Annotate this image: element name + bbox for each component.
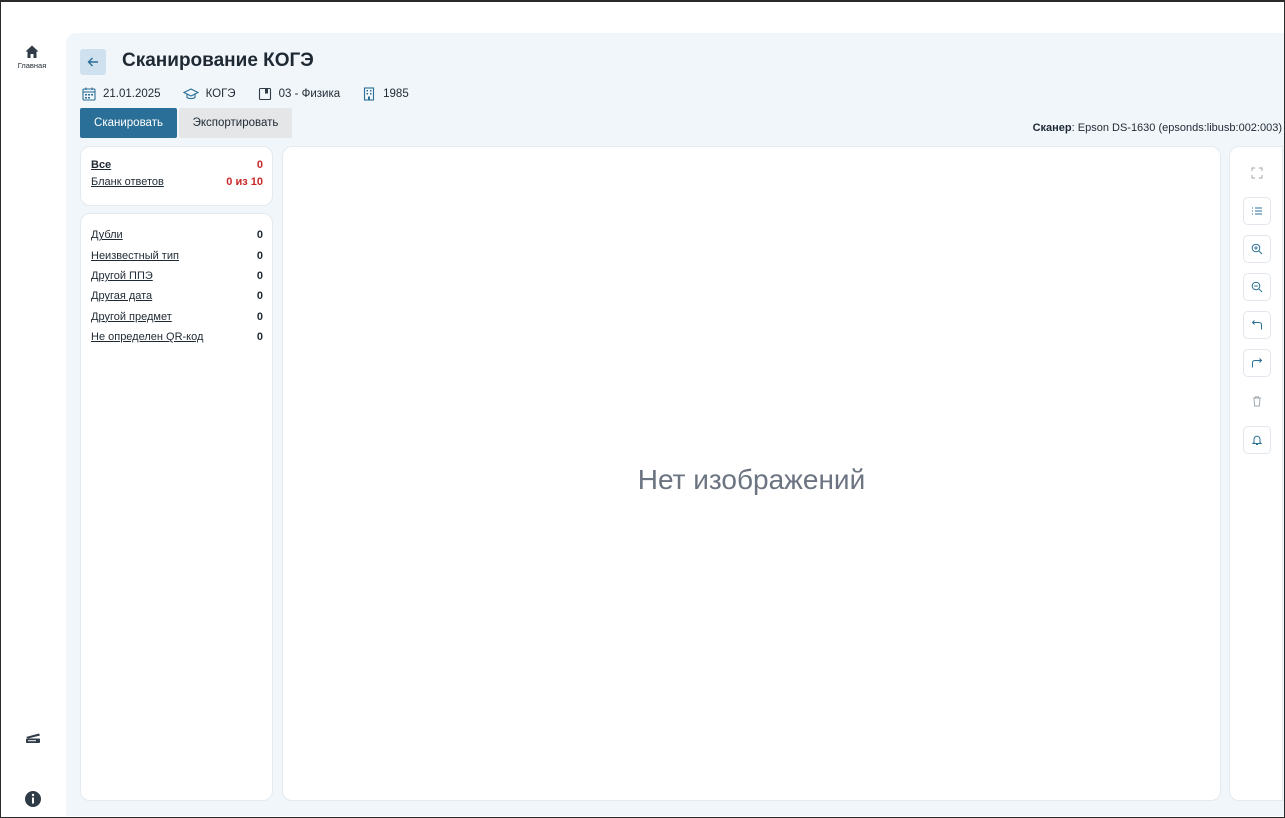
filter-all-link[interactable]: Все [91,159,111,171]
calendar-icon [82,87,96,101]
errors-panel: Дубли 0 Неизвестный тип 0 Другой ППЭ 0 Д… [80,213,273,801]
meta-subject: 03 - Физика [258,87,341,101]
filter-other-ppe-link[interactable]: Другой ППЭ [91,270,153,282]
meta-code: 1985 [362,87,409,101]
viewer-toolbar [1229,146,1283,801]
building-icon [364,87,375,101]
meta-code-value: 1985 [383,88,409,100]
zoom-in-button[interactable] [1243,235,1271,263]
export-button[interactable]: Экспортировать [179,108,292,138]
zoom-in-icon [1251,243,1263,255]
count-other-date: 0 [256,290,263,303]
filter-duplicates-link[interactable]: Дубли [91,229,123,241]
expand-icon [1251,167,1263,179]
meta-date-value: 21.01.2025 [103,88,161,100]
meta-exam-value: КОГЭ [205,88,236,100]
main-content: Сканирование КОГЭ 21.01.2025 КОГЭ 03 - Ф… [66,33,1284,816]
count-other-subject: 0 [256,310,263,323]
scanner-status: Сканер: Epson DS-1630 (epsonds:libusb:00… [1033,122,1282,134]
error-row-other-subject: Другой предмет 0 [91,307,263,327]
error-row-other-ppe: Другой ППЭ 0 [91,266,263,286]
scanner-icon [26,733,40,743]
error-row-other-date: Другая дата 0 [91,286,263,306]
count-unknown-type: 0 [256,249,263,262]
meta-exam: КОГЭ [182,87,236,101]
side-rail: Главная [1,2,63,817]
delete-button[interactable] [1243,387,1271,415]
notifications-button[interactable] [1243,426,1271,454]
scanner-value: : Epson DS-1630 (epsonds:libusb:002:003) [1071,122,1282,134]
nav-home-label: Главная [17,61,47,70]
count-all: 0 [256,158,263,171]
empty-state-message: Нет изображений [637,463,866,495]
summary-row-all: Все 0 [91,156,263,173]
bell-icon [1251,435,1263,445]
rotate-left-icon [1251,320,1262,330]
image-viewer: Нет изображений [282,146,1221,801]
error-row-duplicates: Дубли 0 [91,225,263,245]
book-icon [258,87,271,101]
trash-icon [1253,396,1261,407]
summary-row-answer-sheet: Бланк ответов 0 из 10 [91,173,263,190]
summary-panel: Все 0 Бланк ответов 0 из 10 [80,146,273,206]
error-row-qr-undefined: Не определен QR-код 0 [91,327,263,347]
arrow-left-icon [87,57,98,67]
home-icon [25,45,39,58]
list-view-button[interactable] [1243,197,1271,225]
rotate-right-icon [1252,358,1263,368]
filter-other-date-link[interactable]: Другая дата [91,290,152,302]
zoom-out-icon [1251,281,1263,293]
rotate-left-button[interactable] [1243,311,1271,339]
fullscreen-button[interactable] [1243,159,1271,187]
filter-other-subject-link[interactable]: Другой предмет [91,311,172,323]
graduation-cap-icon [182,88,199,100]
count-answer-sheet: 0 из 10 [226,175,263,188]
filter-unknown-type-link[interactable]: Неизвестный тип [91,250,179,262]
scanner-label: Сканер [1032,122,1072,134]
rotate-right-button[interactable] [1243,349,1271,377]
info-icon [25,791,41,807]
filter-answer-sheet-link[interactable]: Бланк ответов [91,176,164,188]
nav-scanner[interactable] [24,729,42,745]
meta-date: 21.01.2025 [82,87,161,101]
count-other-ppe: 0 [256,269,263,282]
error-row-unknown-type: Неизвестный тип 0 [91,245,263,265]
meta-subject-value: 03 - Физика [278,88,341,100]
count-qr-undefined: 0 [256,331,263,344]
nav-home[interactable]: Главная [9,44,55,92]
count-duplicates: 0 [256,229,263,242]
list-icon [1252,207,1262,215]
session-meta: 21.01.2025 КОГЭ 03 - Физика 1985 [82,85,431,103]
filter-qr-undefined-link[interactable]: Не определен QR-код [91,331,203,343]
zoom-out-button[interactable] [1243,273,1271,301]
nav-info[interactable] [24,790,42,808]
page-title: Сканирование КОГЭ [122,50,314,71]
back-button[interactable] [80,49,106,75]
scan-button[interactable]: Сканировать [80,108,177,138]
